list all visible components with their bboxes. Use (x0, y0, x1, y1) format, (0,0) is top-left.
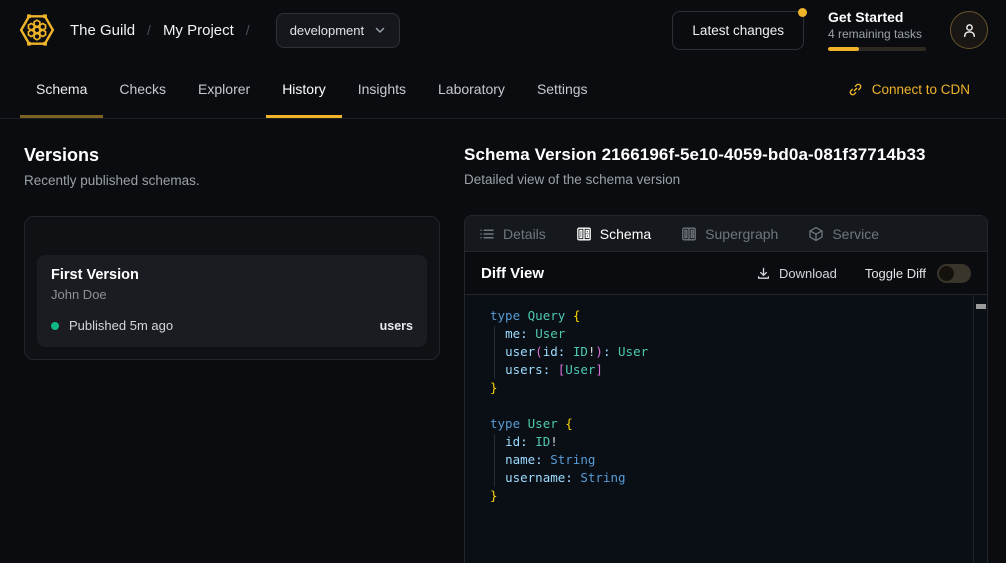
toggle-diff-label: Toggle Diff (865, 266, 926, 281)
nav-tab-history[interactable]: History (266, 60, 342, 118)
tab-schema[interactable]: Schema (576, 226, 651, 242)
breadcrumb-separator: / (246, 22, 250, 38)
download-label: Download (779, 266, 837, 281)
nav-tab-checks[interactable]: Checks (103, 60, 182, 118)
link-icon (848, 82, 863, 97)
version-title: First Version (51, 267, 413, 283)
tab-label: Details (503, 226, 546, 242)
toggle-diff-switch[interactable] (937, 264, 971, 283)
indent-guide (494, 326, 495, 379)
nav-tab-label: Explorer (198, 81, 250, 97)
cube-icon (808, 226, 824, 242)
version-detail-panel: Schema Version 2166196f-5e10-4059-bd0a-0… (464, 145, 988, 563)
columns-icon (681, 226, 697, 242)
code-block: type Query { me: User user(id: ID!): Use… (490, 307, 967, 505)
version-author: John Doe (51, 287, 413, 302)
tab-label: Supergraph (705, 226, 778, 242)
connect-to-cdn-label: Connect to CDN (872, 82, 970, 97)
download-icon (756, 266, 771, 281)
schema-code-viewer: type Query { me: User user(id: ID!): Use… (465, 295, 987, 563)
user-icon (961, 22, 978, 39)
breadcrumb-org[interactable]: The Guild (70, 22, 135, 39)
breadcrumb-separator: / (147, 22, 151, 38)
nav-tab-settings[interactable]: Settings (521, 60, 604, 118)
get-started-widget[interactable]: Get Started 4 remaining tasks (828, 9, 926, 51)
get-started-progress-fill (828, 47, 859, 51)
notification-dot (798, 8, 807, 17)
get-started-progress-track (828, 47, 926, 51)
version-status-text: Published 5m ago (69, 318, 173, 333)
latest-changes-label: Latest changes (692, 23, 784, 38)
hive-logo-icon[interactable] (18, 11, 56, 49)
get-started-subtitle: 4 remaining tasks (828, 27, 926, 41)
versions-subtitle: Recently published schemas. (24, 173, 440, 188)
latest-changes-button[interactable]: Latest changes (672, 11, 804, 50)
schema-view-panel: Details Schema (464, 215, 988, 563)
chevron-down-icon (374, 24, 386, 36)
nav-tab-label: Settings (537, 81, 588, 97)
nav-tab-label: Insights (358, 81, 406, 97)
tab-supergraph[interactable]: Supergraph (681, 226, 778, 242)
target-selector[interactable]: development (276, 13, 400, 48)
nav-tab-label: Checks (119, 81, 166, 97)
code-scrollbar[interactable] (973, 295, 987, 563)
columns-icon (576, 226, 592, 242)
version-list-item[interactable]: First Version John Doe Published 5m ago … (37, 255, 427, 347)
code-scrollbar-thumb[interactable] (976, 304, 986, 309)
service-name-badge: users (380, 319, 413, 333)
nav-tab-label: History (282, 81, 326, 97)
tab-label: Schema (600, 226, 651, 242)
nav-tab-explorer[interactable]: Explorer (182, 60, 266, 118)
nav-tab-laboratory[interactable]: Laboratory (422, 60, 521, 118)
tab-label: Service (832, 226, 879, 242)
get-started-title: Get Started (828, 9, 926, 25)
download-button[interactable]: Download (756, 266, 837, 281)
switch-knob (939, 266, 954, 281)
target-selector-value: development (290, 23, 364, 38)
schema-version-title: Schema Version 2166196f-5e10-4059-bd0a-0… (464, 145, 988, 165)
versions-panel: Versions Recently published schemas. Fir… (24, 145, 440, 563)
list-icon (479, 226, 495, 242)
breadcrumb-project[interactable]: My Project (163, 22, 234, 39)
main-content: Versions Recently published schemas. Fir… (0, 119, 1006, 563)
nav-tab-label: Laboratory (438, 81, 505, 97)
nav-tab-insights[interactable]: Insights (342, 60, 422, 118)
detail-tabs: Details Schema (465, 216, 987, 252)
schema-version-subtitle: Detailed view of the schema version (464, 172, 988, 187)
user-avatar[interactable] (950, 11, 988, 49)
diff-view-title: Diff View (481, 265, 544, 282)
target-nav: Schema Checks Explorer History Insights … (0, 60, 1006, 119)
versions-list-card: First Version John Doe Published 5m ago … (24, 216, 440, 360)
versions-title: Versions (24, 145, 440, 166)
tab-service[interactable]: Service (808, 226, 879, 242)
connect-to-cdn-link[interactable]: Connect to CDN (832, 60, 986, 118)
published-status-dot (51, 322, 59, 330)
diff-header: Diff View Download Toggle Diff (465, 252, 987, 295)
nav-tab-label: Schema (36, 81, 87, 97)
tab-details[interactable]: Details (479, 226, 546, 242)
nav-tab-schema[interactable]: Schema (20, 60, 103, 118)
top-header: The Guild / My Project / development Lat… (0, 0, 1006, 60)
indent-guide (494, 434, 495, 487)
